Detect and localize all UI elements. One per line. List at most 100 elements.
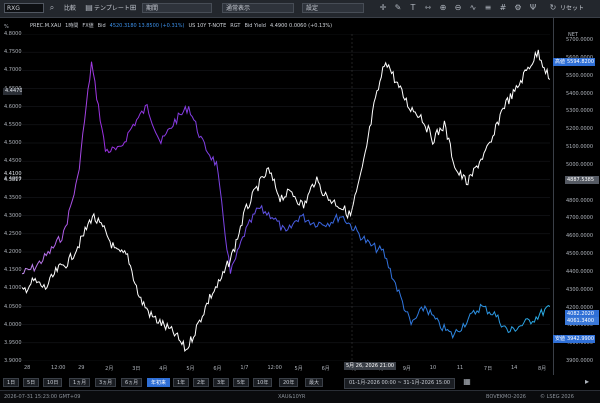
left-axis-tick: 4.3500 <box>4 194 22 201</box>
right-axis-tick: 5400.0000 <box>566 90 594 97</box>
right-axis-tick: 4800.0000 <box>566 197 594 204</box>
period-button[interactable]: 1ヵ月 <box>69 378 91 387</box>
series2-name: US 10Y T-NOTE <box>188 23 227 29</box>
period-button[interactable]: 2年 <box>193 378 210 387</box>
x-axis-tick: 6月 <box>321 366 330 372</box>
x-axis-tick: 5月 <box>294 366 303 372</box>
x-axis-tick: 3日 <box>132 366 141 372</box>
right-axis-tick: 4700.0000 <box>566 215 594 222</box>
right-axis-tick: 4400.0000 <box>566 268 594 275</box>
low-value: 3942.9900 <box>567 336 595 342</box>
layers-icon[interactable]: ≡ <box>483 3 493 13</box>
footer-timestamp: 2026-07-31 15:23:00 GMT+09 <box>4 394 81 400</box>
series1-interval: 1時間 <box>65 23 79 29</box>
grid-icon[interactable]: # <box>498 3 508 13</box>
left-axis-tick: 4.0500 <box>4 303 22 310</box>
x-axis-tick: 12:00 <box>51 365 66 371</box>
template-button[interactable]: テンプレート <box>94 3 130 14</box>
period-button[interactable]: 3年 <box>213 378 230 387</box>
measure-icon[interactable]: ⇿ <box>423 3 433 13</box>
left-axis-unit: % <box>4 24 9 30</box>
text-icon[interactable]: T <box>408 3 418 13</box>
period-button[interactable]: 6ヵ月 <box>121 378 143 387</box>
calendar-icon[interactable]: ▦ <box>462 377 472 387</box>
scroll-right-icon[interactable]: ▸ <box>582 377 592 387</box>
tools-icon[interactable]: Ψ <box>528 3 538 13</box>
date-range-field[interactable]: 01-1月-2026 00:00 ~ 31-1月-2026 15:00 <box>344 378 456 389</box>
left-axis-tick: 3.9000 <box>4 358 22 364</box>
search-icon[interactable]: ⌕ <box>47 3 57 13</box>
footer-center: XAU&10YR <box>278 394 306 400</box>
x-axis-tick: 6月 <box>213 366 222 372</box>
left-axis-tick: 4.5500 <box>4 121 22 128</box>
template-icon: ▤ <box>85 3 93 12</box>
x-axis-tick: 5月 <box>186 366 195 372</box>
period-button[interactable]: 5年 <box>233 378 250 387</box>
right-axis-tick: 5300.0000 <box>566 108 594 115</box>
yield-series <box>22 61 550 340</box>
series1-values: 4520.3180 13.8500 (+0.31%) <box>109 23 185 29</box>
footer-right2: © LSEG 2026 <box>540 394 574 400</box>
left-axis-tick: 4.1500 <box>4 267 22 274</box>
period-button[interactable]: 1年 <box>173 378 190 387</box>
left-axis-tick: 4.4500 <box>4 158 22 165</box>
chart-type-icon[interactable]: ⊞ <box>128 3 138 13</box>
compare-button[interactable]: 比較 <box>64 3 76 14</box>
left-axis-tick: 4.3000 <box>4 212 22 219</box>
crosshair-icon[interactable]: ✛ <box>378 3 388 13</box>
series1-source: FX値 <box>82 23 94 29</box>
x-axis-tick: 9月 <box>402 366 411 372</box>
high-value: 5594.8200 <box>567 59 595 65</box>
period-button[interactable]: 20年 <box>279 378 299 387</box>
x-axis-tick: 7日 <box>483 366 493 372</box>
right-axis-tick: 5700.0000 <box>566 37 594 43</box>
period-button[interactable]: 3ヵ月 <box>95 378 117 387</box>
mid-value-2: 4061.3400 <box>565 317 599 325</box>
series2-label: Bid Yield <box>244 23 266 29</box>
options-button[interactable]: リセット <box>560 3 584 14</box>
zoom-out-icon[interactable]: ⊖ <box>453 3 463 13</box>
x-axis-tick: 14 <box>510 365 518 371</box>
x-axis-tick: 4月 <box>159 366 168 372</box>
period-select[interactable]: 期間 <box>142 3 212 13</box>
period-button[interactable]: 1日 <box>3 378 20 387</box>
indicator-icon[interactable]: ∿ <box>468 3 478 13</box>
gold-line <box>22 49 550 352</box>
cursor-date-text: 5月 26, 2026 <box>346 363 379 369</box>
series1-name: PREC.M.XAU <box>30 23 62 29</box>
right-axis-tick: 5000.0000 <box>566 161 594 168</box>
left-axis-tick: 4.5000 <box>4 140 22 146</box>
left-axis-tick: 4.2000 <box>4 249 22 255</box>
period-button[interactable]: 10年 <box>253 378 273 387</box>
price-chart[interactable] <box>22 34 550 361</box>
left-axis-tick: 4.7000 <box>4 67 22 74</box>
refresh-icon[interactable]: ↻ <box>548 3 558 13</box>
series2-source: RGT <box>230 23 241 29</box>
right-axis-tick: 5500.0000 <box>566 72 594 79</box>
settings-icon[interactable]: ⚙ <box>513 3 523 13</box>
x-axis-tick: 12:00 <box>267 365 282 371</box>
x-axis-tick: 10 <box>429 365 437 371</box>
cursor-time-text: 21:00 <box>379 363 395 369</box>
last-value-box: 4887.5385 <box>565 176 599 184</box>
symbol-input[interactable]: RXG <box>4 3 44 13</box>
period-button[interactable]: 10日 <box>43 378 63 387</box>
chart-type-select[interactable]: 通常表示 <box>222 3 294 13</box>
x-axis-tick: 1/7 <box>240 365 249 371</box>
x-axis-tick: 2月 <box>105 366 114 372</box>
left-axis-tick: 4.0000 <box>4 321 22 328</box>
left-axis-tick: 4.6000 <box>4 103 22 110</box>
left-axis-tick: 4.8000 <box>4 31 22 37</box>
zoom-in-icon[interactable]: ⊕ <box>438 3 448 13</box>
period-button[interactable]: 年初来 <box>147 378 171 387</box>
chart-grid <box>22 34 550 361</box>
extra-select[interactable]: 設定 <box>302 3 364 13</box>
draw-icon[interactable]: ✎ <box>393 3 403 13</box>
right-axis-tick: 4600.0000 <box>566 233 594 240</box>
period-button[interactable]: 最大 <box>305 378 324 387</box>
left-marker-2: 4.3817 <box>4 177 22 183</box>
chart-legend: PREC.M.XAU 1時間 FX値 Bid 4520.3180 13.8500 (+0… <box>30 21 336 31</box>
x-axis-tick: 29 <box>78 365 85 371</box>
series1-label: Bid <box>97 23 106 29</box>
period-button[interactable]: 5日 <box>23 378 40 387</box>
